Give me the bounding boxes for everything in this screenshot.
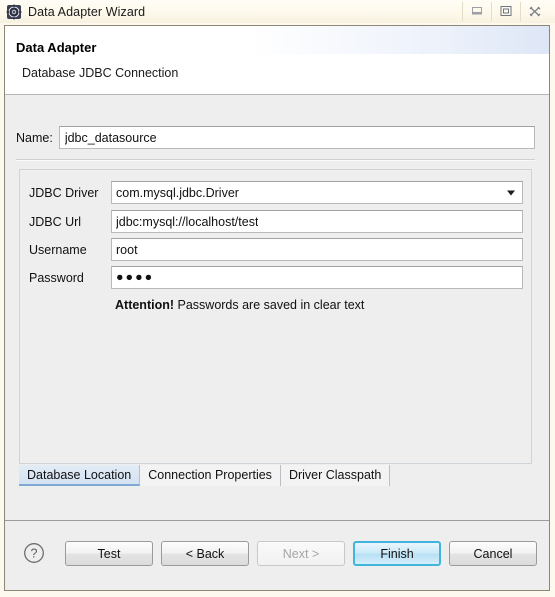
password-warning-text: Passwords are saved in clear text bbox=[177, 298, 365, 312]
chevron-down-icon[interactable] bbox=[507, 190, 515, 195]
page-title: Data Adapter bbox=[16, 40, 97, 55]
username-value: root bbox=[116, 242, 138, 257]
tab-connection-properties[interactable]: Connection Properties bbox=[140, 465, 281, 486]
jdbc-url-input[interactable]: jdbc:mysql://localhost/test bbox=[111, 210, 523, 233]
data-adapter-wizard-window: Data Adapter Wizard Data Adapter Databas… bbox=[0, 0, 555, 597]
next-button: Next > bbox=[257, 541, 345, 566]
jdbc-url-value: jdbc:mysql://localhost/test bbox=[116, 214, 259, 229]
password-warning-emphasis: Attention! bbox=[115, 298, 175, 312]
page-subtitle: Database JDBC Connection bbox=[22, 66, 179, 80]
tab-database-location[interactable]: Database Location bbox=[19, 465, 141, 486]
wizard-content: Name: JDBC Driver com.mysql.jdbc.Driver … bbox=[5, 95, 549, 520]
password-warning: Attention! Passwords are saved in clear … bbox=[115, 298, 364, 312]
name-separator bbox=[16, 159, 535, 161]
jdbc-driver-row: JDBC Driver com.mysql.jdbc.Driver bbox=[29, 181, 523, 204]
finish-button[interactable]: Finish bbox=[353, 541, 441, 566]
jdbc-url-row: JDBC Url jdbc:mysql://localhost/test bbox=[29, 210, 523, 233]
jdbc-driver-label: JDBC Driver bbox=[29, 185, 99, 200]
name-input[interactable] bbox=[58, 126, 535, 149]
wizard-buttons: Test < Back Next > Finish Cancel bbox=[65, 541, 537, 566]
tab-strip: Database Location Connection Properties … bbox=[19, 464, 532, 486]
connection-fields-group: JDBC Driver com.mysql.jdbc.Driver JDBC U… bbox=[19, 169, 532, 464]
minimize-button[interactable] bbox=[462, 1, 491, 21]
title-bar: Data Adapter Wizard bbox=[0, 0, 555, 23]
username-row: Username root bbox=[29, 238, 523, 261]
dialog-button-bar: ? Test < Back Next > Finish Cancel bbox=[5, 520, 549, 590]
tab-driver-classpath[interactable]: Driver Classpath bbox=[280, 465, 391, 486]
window-controls bbox=[462, 1, 549, 21]
wizard-header: Data Adapter Database JDBC Connection bbox=[5, 26, 549, 95]
close-button[interactable] bbox=[520, 1, 549, 21]
password-input[interactable]: ●●●● bbox=[111, 266, 523, 289]
tab-strip-filler bbox=[390, 465, 532, 486]
test-button[interactable]: Test bbox=[65, 541, 153, 566]
name-label: Name: bbox=[16, 130, 53, 145]
password-label: Password bbox=[29, 270, 84, 285]
cancel-button[interactable]: Cancel bbox=[449, 541, 537, 566]
jdbc-driver-value: com.mysql.jdbc.Driver bbox=[116, 185, 239, 200]
name-row: Name: bbox=[16, 126, 535, 149]
password-row: Password ●●●● bbox=[29, 266, 523, 289]
username-input[interactable]: root bbox=[111, 238, 523, 261]
password-value: ●●●● bbox=[116, 271, 155, 284]
help-question-icon[interactable]: ? bbox=[23, 542, 45, 564]
back-button[interactable]: < Back bbox=[161, 541, 249, 566]
window-title: Data Adapter Wizard bbox=[28, 4, 146, 19]
username-label: Username bbox=[29, 242, 87, 257]
maximize-button[interactable] bbox=[491, 1, 520, 21]
jdbc-url-label: JDBC Url bbox=[29, 214, 82, 229]
jdbc-driver-combobox[interactable]: com.mysql.jdbc.Driver bbox=[111, 181, 523, 204]
app-gear-icon bbox=[6, 4, 22, 20]
svg-text:?: ? bbox=[31, 547, 38, 561]
wizard-dialog: Data Adapter Database JDBC Connection Na… bbox=[4, 25, 550, 591]
header-gradient-decoration bbox=[249, 26, 549, 54]
